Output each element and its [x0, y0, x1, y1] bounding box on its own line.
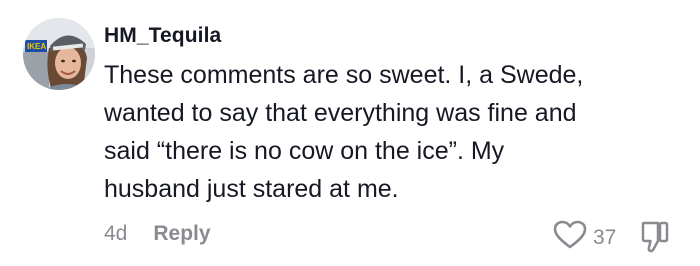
like-count: 37 — [593, 225, 617, 249]
comment-username[interactable]: HM_Tequila — [104, 24, 221, 48]
comment-timestamp: 4d — [104, 222, 128, 245]
like-button[interactable]: 37 — [553, 220, 616, 255]
heart-outline-icon — [553, 220, 587, 255]
avatar[interactable]: IKEA — [23, 18, 95, 90]
comment-text: These comments are so sweet. I, a Swede,… — [104, 56, 684, 208]
comment-text-line: These comments are so sweet. I, a Swede, — [104, 61, 584, 89]
comment-meta: 4d Reply — [104, 222, 211, 246]
comment-text-line: said “there is no cow on the ice”. My — [104, 137, 505, 165]
reply-button[interactable]: Reply — [153, 222, 210, 246]
dislike-button[interactable] — [641, 220, 669, 259]
avatar-sign-text: IKEA — [27, 42, 46, 51]
comment-text-line: wanted to say that everything was fine a… — [104, 99, 577, 127]
avatar-image: IKEA — [23, 18, 95, 90]
comment-item: IKEA HM_Tequila These comments are so sw… — [0, 0, 700, 266]
thumbs-down-outline-icon — [641, 221, 669, 258]
comment-text-line: husband just stared at me. — [104, 175, 399, 203]
